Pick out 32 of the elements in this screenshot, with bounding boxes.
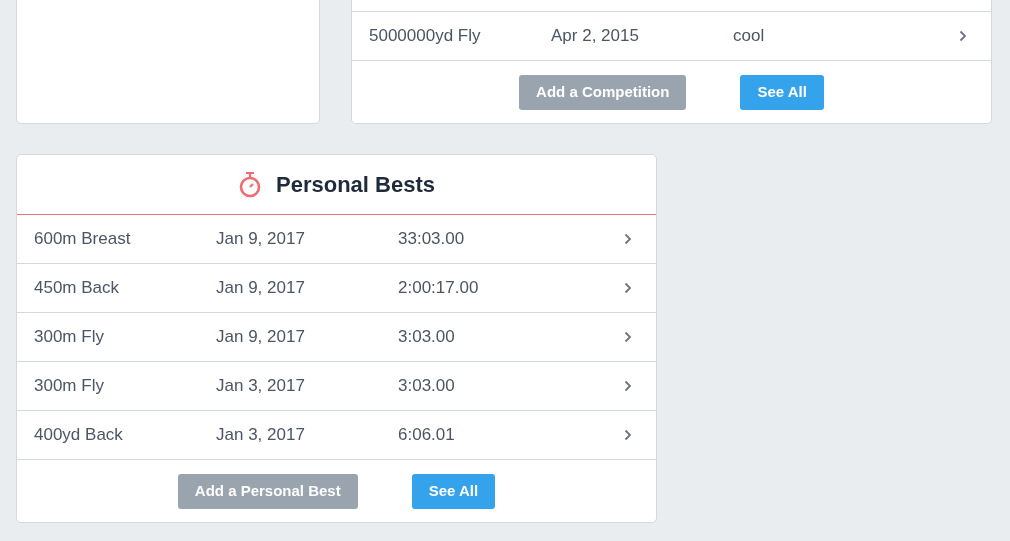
event-result: 3:03.00	[398, 326, 456, 349]
chevron-right-icon	[624, 331, 632, 343]
event-name: 300m Fly	[34, 326, 105, 349]
event-name: 300m Fly	[34, 375, 105, 398]
chevron-right-icon	[624, 380, 632, 392]
event-date: Jan 9, 2017	[216, 228, 306, 251]
list-row[interactable]: 450m Back Jan 9, 2017 2:00:17.00	[17, 264, 656, 313]
stopwatch-icon	[238, 171, 262, 198]
event-date: Jan 3, 2017	[216, 375, 306, 398]
list-row[interactable]: 400yd Back Jan 3, 2017 6:06.01	[17, 411, 656, 460]
event-result: 6:06.01	[398, 424, 456, 447]
chevron-right-icon	[624, 233, 632, 245]
event-name: 450m Back	[34, 277, 121, 300]
event-date: Jan 9, 2017	[216, 277, 306, 300]
event-date: Apr 2, 2015	[551, 25, 640, 48]
list-row[interactable]: 600m Breast Jan 9, 2017 33:03.00	[17, 215, 656, 264]
event-result: 2:00:17.00	[398, 277, 480, 300]
event-result: 3:03.00	[398, 375, 456, 398]
event-name: 400yd Back	[34, 424, 124, 447]
chevron-right-icon	[959, 30, 967, 42]
chevron-right-icon	[624, 282, 632, 294]
list-row[interactable]: 5000000yd Fly Apr 2, 2015 cool	[352, 12, 991, 61]
event-name: 600m Breast	[34, 228, 132, 251]
event-result: 33:03.00	[398, 228, 466, 251]
event-date: Jan 3, 2017	[216, 424, 306, 447]
chevron-right-icon	[624, 429, 632, 441]
event-name: 5000000yd Fly	[369, 25, 482, 48]
event-result: cool	[733, 25, 766, 48]
list-row[interactable]: 300m Fly Jan 3, 2017 3:03.00	[17, 362, 656, 411]
card-title: Personal Bests	[276, 171, 435, 199]
event-date: Jan 9, 2017	[216, 326, 306, 349]
list-row[interactable]: 300m Fly Jan 9, 2017 3:03.00	[17, 313, 656, 362]
